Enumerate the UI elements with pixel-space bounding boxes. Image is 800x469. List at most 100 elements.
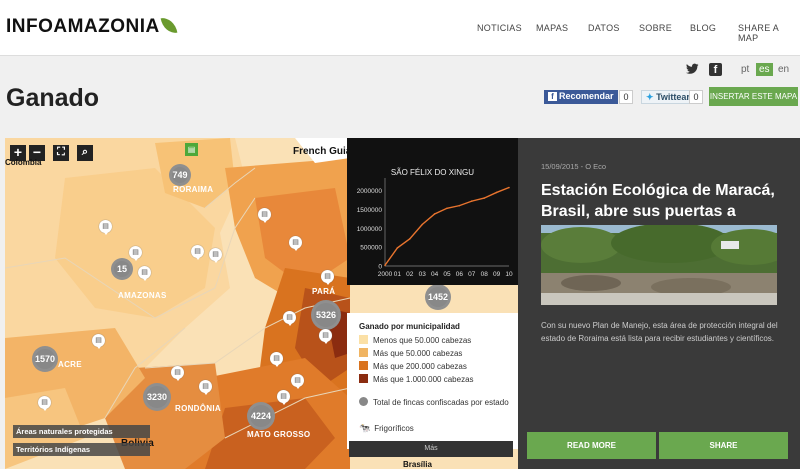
region-label-para: PARÁ xyxy=(312,287,336,296)
insert-map-button[interactable]: INSERTAR ESTE MAPA xyxy=(709,87,798,106)
article-image[interactable] xyxy=(541,225,777,305)
cluster-marker[interactable]: 3230 xyxy=(143,383,171,411)
data-point xyxy=(396,247,399,249)
data-point xyxy=(508,186,510,189)
nav-noticias[interactable]: NOTICIAS xyxy=(477,23,522,33)
x-tick-label: 2000 xyxy=(378,271,393,278)
facebook-recommend-button[interactable]: f Recomendar xyxy=(544,90,618,104)
legend-label: Más que 200.000 cabezas xyxy=(373,362,467,371)
legend-swatch xyxy=(359,335,368,344)
facebook-icon[interactable]: f xyxy=(709,63,722,76)
facebook-icon: f xyxy=(548,92,557,101)
article-summary: Con su nuevo Plan de Manejo, esta área d… xyxy=(541,321,778,343)
twitter-count: 0 xyxy=(689,90,703,104)
nav-sobre[interactable]: SOBRE xyxy=(639,23,672,33)
legend-item: Más que 1.000.000 cabezas xyxy=(359,374,474,384)
leaf-icon xyxy=(160,15,178,36)
x-tick-label: 07 xyxy=(468,271,476,278)
cattle-line-chart: SÃO FÉLIX DO XINGU 2000000 1500000 1000000… xyxy=(347,138,518,285)
cluster-marker[interactable]: 4224 xyxy=(247,402,275,430)
x-tick-label: 03 xyxy=(419,271,427,278)
slaughterhouse-icon[interactable]: ▤ xyxy=(199,380,212,395)
cluster-marker[interactable]: 1452 xyxy=(425,284,451,310)
map-view[interactable]: + − ⛶ ⌕ French Guiana Colombia Bolivia B… xyxy=(5,138,518,469)
top-navigation-bar: INFOAMAZONIA NOTICIAS MAPAS DATOS SOBRE … xyxy=(0,0,800,56)
map-pin-icon[interactable]: ▤ xyxy=(185,143,198,156)
more-button[interactable]: Más xyxy=(349,441,513,457)
twitter-bird-icon: ✦ xyxy=(646,92,654,102)
slaughterhouse-icon[interactable]: ▤ xyxy=(129,246,142,261)
nav-blog[interactable]: BLOG xyxy=(690,23,716,33)
nav-mapas[interactable]: MAPAS xyxy=(536,23,568,33)
slaughterhouse-icon[interactable]: ▤ xyxy=(92,334,105,349)
x-tick-label: 01 xyxy=(394,271,402,278)
slaughterhouse-icon[interactable]: ▤ xyxy=(171,366,184,381)
logo-text: INFOAMAZONIA xyxy=(6,16,160,37)
slaughterhouse-icon[interactable]: ▤ xyxy=(38,396,51,411)
cluster-marker[interactable]: 5326 xyxy=(311,300,341,330)
nav-share-a-map[interactable]: SHARE A MAP xyxy=(738,23,800,43)
legend-item-fincas: Total de fincas confiscadas por estado xyxy=(359,397,509,409)
x-tick-label: 02 xyxy=(406,271,414,278)
layer-toggle-indigenous-territories[interactable]: Territórios Indígenas xyxy=(13,443,150,456)
series-line xyxy=(384,186,510,266)
legend-swatch xyxy=(359,348,368,357)
chart-axes xyxy=(384,178,509,267)
slaughterhouse-icon[interactable]: ▤ xyxy=(258,208,271,223)
slaughterhouse-icon[interactable]: ▤ xyxy=(291,374,304,389)
x-tick-label: 05 xyxy=(443,271,451,278)
slaughterhouse-icon[interactable]: ▤ xyxy=(321,270,334,285)
page-title: Ganado xyxy=(6,84,100,112)
fullscreen-icon[interactable]: ⛶ xyxy=(53,145,69,161)
language-en[interactable]: en xyxy=(775,63,792,76)
region-label-roraima: RORAIMA xyxy=(173,185,214,194)
cluster-marker[interactable]: 15 xyxy=(111,258,133,280)
slaughterhouse-icon[interactable]: ▤ xyxy=(191,245,204,260)
x-tick-label: 06 xyxy=(456,271,464,278)
read-more-button[interactable]: READ MORE xyxy=(527,432,656,459)
data-point xyxy=(409,238,411,240)
slaughterhouse-icon[interactable]: ▤ xyxy=(289,236,302,251)
slaughterhouse-icon[interactable]: ▤ xyxy=(138,266,151,281)
share-button[interactable]: SHARE xyxy=(659,432,788,459)
slaughterhouse-icon[interactable]: ▤ xyxy=(283,311,296,326)
chart-plot: 2000000 1500000 1000000 500000 02000 01 02 03 04… xyxy=(357,178,513,278)
y-tick-label: 0 xyxy=(378,264,382,271)
country-label-colombia: Colombia xyxy=(5,158,42,167)
y-tick-label: 2000000 xyxy=(357,188,383,195)
data-point xyxy=(471,200,473,202)
x-tick-label: 09 xyxy=(493,271,501,278)
data-point xyxy=(384,264,386,267)
data-point xyxy=(433,213,436,215)
legend-swatch xyxy=(359,361,368,370)
search-icon[interactable]: ⌕ xyxy=(77,145,93,161)
legend-swatch xyxy=(359,374,368,383)
legend-label: Menos que 50.000 cabezas xyxy=(373,336,472,345)
slaughterhouse-icon[interactable]: ▤ xyxy=(270,352,283,367)
language-pt[interactable]: pt xyxy=(738,63,752,76)
article-panel: 15/09/2015 - O Eco Estación Ecológica de… xyxy=(518,138,800,469)
legend-title: Ganado por municipalidad xyxy=(359,322,460,331)
slaughterhouse-icon[interactable]: ▤ xyxy=(99,220,112,235)
slaughterhouse-icon[interactable]: ▤ xyxy=(277,390,290,405)
cluster-marker[interactable]: 749 xyxy=(169,164,191,186)
slaughterhouse-icon[interactable]: ▤ xyxy=(319,329,332,344)
cow-icon: 🐄 xyxy=(359,423,371,433)
site-logo[interactable]: INFOAMAZONIA xyxy=(6,15,178,38)
language-es[interactable]: es xyxy=(756,63,773,76)
y-tick-label: 500000 xyxy=(360,245,382,252)
region-label-rondonia: RONDÔNIA xyxy=(175,404,221,413)
y-tick-label: 1000000 xyxy=(357,226,383,233)
slaughterhouse-icon[interactable]: ▤ xyxy=(209,248,222,263)
legend-item: Más que 200.000 cabezas xyxy=(359,361,467,371)
layer-toggle-protected-areas[interactable]: Áreas naturales protegidas xyxy=(13,425,150,438)
twitter-icon[interactable] xyxy=(686,63,699,76)
legend-item: Más que 50.000 cabezas xyxy=(359,348,462,358)
legend-label: Más que 50.000 cabezas xyxy=(373,349,463,358)
city-label-brasilia: Brasília xyxy=(403,460,432,469)
twitter-tweet-button[interactable]: ✦ Twittear xyxy=(641,90,695,104)
legend-label: Frigoríficos xyxy=(374,424,414,433)
landscape-photo xyxy=(541,225,777,305)
nav-datos[interactable]: DATOS xyxy=(588,23,620,33)
cluster-marker[interactable]: 1570 xyxy=(32,346,58,372)
